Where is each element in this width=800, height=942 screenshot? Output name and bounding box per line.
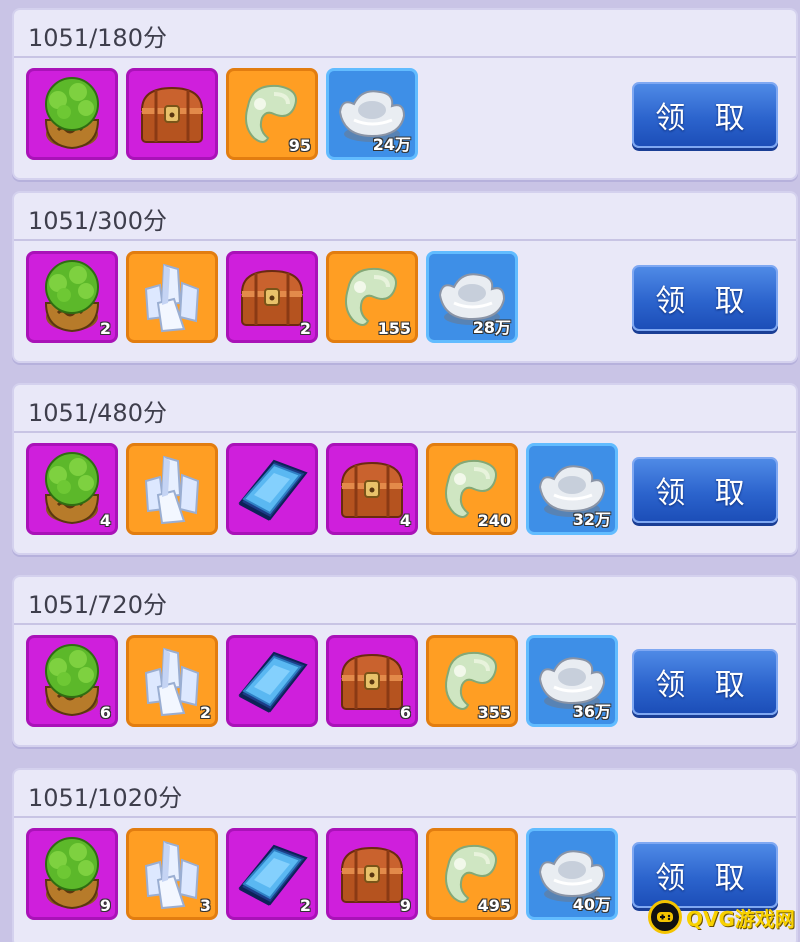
reward-item-slot[interactable]: 9 [26,828,118,920]
item-quantity: 155 [377,319,411,338]
reward-tier-card: 1051/720分 6 2 6 355 36万 领 取 [12,575,798,747]
reward-item-slot[interactable]: 240 [426,443,518,535]
reward-item-slot[interactable]: 28万 [426,251,518,343]
item-quantity: 9 [399,896,411,915]
reward-item-slot[interactable] [26,68,118,160]
reward-item-slot[interactable]: 355 [426,635,518,727]
reward-item-slot[interactable]: 2 [226,828,318,920]
reward-item-slot[interactable]: 9 [326,828,418,920]
reward-item-slot[interactable] [226,635,318,727]
item-quantity: 3 [199,896,211,915]
reward-item-slot[interactable]: 40万 [526,828,618,920]
item-quantity: 240 [477,511,511,530]
reward-item-slot[interactable] [226,443,318,535]
reward-item-slot[interactable] [126,68,218,160]
gamepad-logo-icon [648,900,682,934]
claim-button[interactable]: 领 取 [632,649,778,715]
item-quantity: 9 [99,896,111,915]
item-quantity: 40万 [572,895,611,914]
divider [14,623,796,625]
tier-score-title: 1051/300分 [28,207,167,235]
reward-item-slot[interactable]: 2 [126,635,218,727]
item-quantity: 2 [199,703,211,722]
item-quantity: 24万 [372,135,411,154]
item-quantity: 355 [477,703,511,722]
item-quantity: 4 [399,511,411,530]
item-quantity: 6 [99,703,111,722]
reward-item-slot[interactable] [126,251,218,343]
item-quantity: 2 [299,319,311,338]
reward-item-slot[interactable]: 3 [126,828,218,920]
tier-score-title: 1051/1020分 [28,784,183,812]
watermark-text: QVG游戏网 [686,906,795,931]
claim-button[interactable]: 领 取 [632,82,778,148]
item-quantity: 2 [99,319,111,338]
item-quantity: 495 [477,896,511,915]
item-quantity: 4 [99,511,111,530]
reward-tier-list[interactable]: 1051/180分 95 24万领 取 1051/300分 2 2 155 28万领 取 105… [0,0,800,942]
item-quantity: 28万 [472,318,511,337]
reward-item-slot[interactable]: 6 [26,635,118,727]
item-quantity: 32万 [572,510,611,529]
reward-tier-card: 1051/180分 95 24万 领 取 [12,8,798,180]
divider [14,56,796,58]
reward-item-slot[interactable]: 32万 [526,443,618,535]
reward-item-slot[interactable]: 6 [326,635,418,727]
divider [14,431,796,433]
reward-tier-card: 1051/480分 4 4 240 32万 领 取 [12,383,798,555]
item-quantity: 36万 [572,702,611,721]
reward-item-slot[interactable] [126,443,218,535]
reward-item-slot[interactable]: 2 [26,251,118,343]
reward-item-slot[interactable]: 95 [226,68,318,160]
tier-score-title: 1051/180分 [28,24,167,52]
claim-button[interactable]: 领 取 [632,842,778,908]
item-quantity: 95 [288,136,311,155]
reward-item-slot[interactable]: 4 [326,443,418,535]
tier-score-title: 1051/720分 [28,591,167,619]
divider [14,816,796,818]
reward-item-slot[interactable]: 155 [326,251,418,343]
claim-button[interactable]: 领 取 [632,265,778,331]
item-quantity: 2 [299,896,311,915]
divider [14,239,796,241]
reward-tier-card: 1051/300分 2 2 155 28万 领 取 [12,191,798,363]
tier-score-title: 1051/480分 [28,399,167,427]
claim-button[interactable]: 领 取 [632,457,778,523]
reward-item-slot[interactable]: 2 [226,251,318,343]
item-quantity: 6 [399,703,411,722]
reward-item-slot[interactable]: 36万 [526,635,618,727]
watermark: QVG游戏网 [648,900,796,934]
reward-item-slot[interactable]: 24万 [326,68,418,160]
reward-item-slot[interactable]: 495 [426,828,518,920]
reward-item-slot[interactable]: 4 [26,443,118,535]
